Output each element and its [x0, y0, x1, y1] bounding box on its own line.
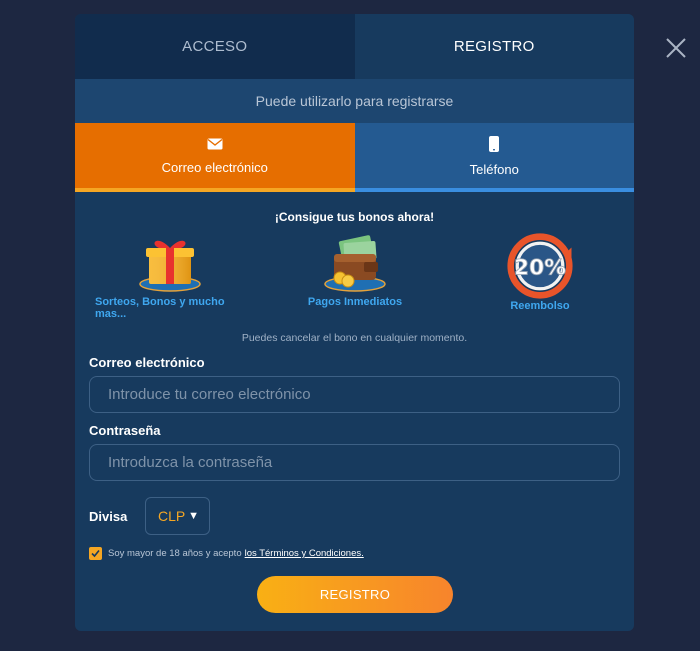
- terms-row: Soy mayor de 18 años y acepto los Términ…: [89, 547, 620, 560]
- close-icon[interactable]: [664, 36, 688, 60]
- currency-label: Divisa: [89, 508, 128, 524]
- gift-box-icon: [139, 240, 201, 292]
- terms-checkbox[interactable]: [89, 547, 102, 560]
- email-field[interactable]: Introduce tu correo electrónico: [89, 376, 620, 413]
- email-label: Correo electrónico: [89, 355, 205, 370]
- caret-down-icon: ▼: [188, 510, 199, 522]
- tab-register[interactable]: REGISTRO: [354, 14, 634, 79]
- tab-login[interactable]: ACCESO: [75, 14, 355, 79]
- register-subtitle: Puede utilizarlo para registrarse: [75, 79, 634, 123]
- envelope-icon: [207, 138, 223, 153]
- bonus-list: Sorteos, Bonos y mucho mas... Pagos Inme…: [75, 232, 634, 330]
- bonus-payments-label: Pagos Inmediatos: [307, 296, 403, 308]
- bonus-cancel-note: Puedes cancelar el bono en cualquier mom…: [241, 332, 468, 344]
- terms-text: Soy mayor de 18 años y acepto: [108, 548, 242, 559]
- phone-icon: [489, 136, 500, 155]
- register-method-tabs: Correo electrónico Teléfono: [75, 123, 634, 192]
- bonus-cashback-label: Reembolso: [510, 300, 570, 312]
- bonus-cashback: 20% Reembolso: [480, 232, 600, 312]
- method-phone-tab[interactable]: Teléfono: [354, 123, 634, 192]
- registration-modal: ACCESO REGISTRO Puede utilizarlo para re…: [75, 14, 634, 631]
- method-email-tab[interactable]: Correo electrónico: [75, 123, 355, 192]
- cashback-badge-text: 20%: [514, 256, 566, 281]
- cashback-badge-icon: 20%: [507, 233, 573, 299]
- checkmark-icon: [91, 549, 100, 558]
- method-phone-label: Teléfono: [469, 162, 519, 177]
- register-submit-button[interactable]: REGISTRO: [257, 576, 453, 613]
- bonus-gift-label: Sorteos, Bonos y mucho mas...: [95, 296, 225, 320]
- promo-title: ¡Consigue tus bonos ahora!: [274, 210, 435, 224]
- wallet-icon: [324, 235, 386, 292]
- terms-link[interactable]: los Términos y Condiciones.: [245, 548, 364, 559]
- currency-value: CLP: [158, 508, 186, 524]
- bonus-gift: Sorteos, Bonos y mucho mas...: [95, 232, 245, 320]
- bonus-payments: Pagos Inmediatos: [290, 232, 420, 308]
- currency-select[interactable]: CLP ▼: [145, 497, 210, 535]
- password-field[interactable]: Introduzca la contraseña: [89, 444, 620, 481]
- method-email-label: Correo electrónico: [161, 160, 268, 175]
- auth-tabs: ACCESO REGISTRO: [75, 14, 634, 79]
- currency-row: Divisa CLP ▼: [89, 497, 620, 535]
- password-label: Contraseña: [89, 423, 161, 438]
